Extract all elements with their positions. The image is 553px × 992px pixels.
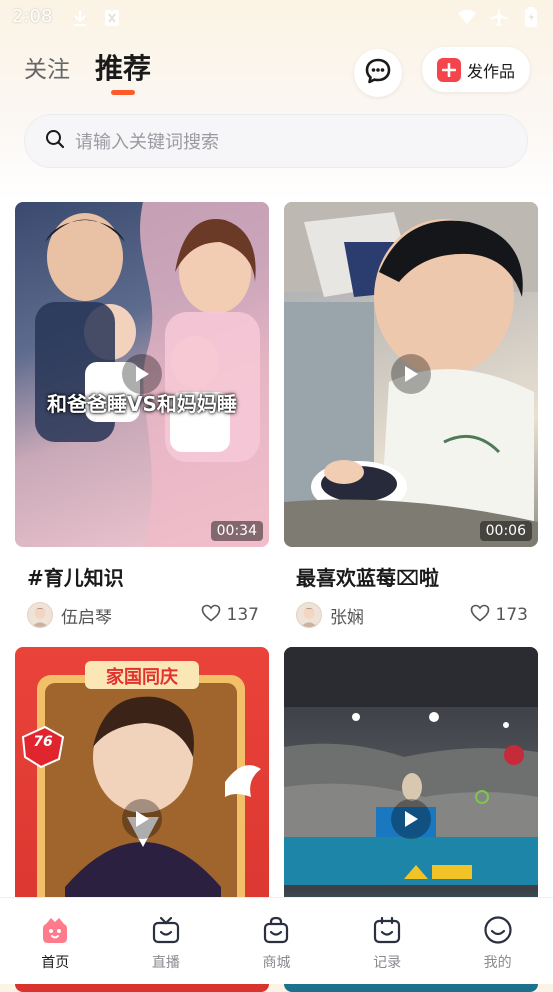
chat-bubble-icon <box>364 57 392 89</box>
video-thumbnail[interactable]: 00:06 <box>284 202 538 547</box>
like-button[interactable]: 137 <box>201 604 259 627</box>
search-input[interactable]: 请输入关键词搜索 <box>24 114 528 168</box>
play-icon[interactable] <box>391 799 431 839</box>
thumbnail-overlay-text: 家国同庆 <box>106 667 178 688</box>
nav-item-mine[interactable]: 我的 <box>442 898 553 984</box>
like-button[interactable]: 173 <box>470 604 528 627</box>
avatar[interactable] <box>27 602 53 628</box>
search-icon <box>45 129 65 153</box>
status-icons-right <box>457 7 541 27</box>
video-card[interactable]: 和爸爸睡VS和妈妈睡 00:34 #育儿知识 伍启琴 137 <box>15 202 269 628</box>
play-icon[interactable] <box>391 354 431 394</box>
heart-icon <box>470 604 490 627</box>
profile-face-icon <box>482 914 514 946</box>
video-duration: 00:06 <box>479 521 532 541</box>
like-count: 137 <box>226 605 259 625</box>
nav-label: 记录 <box>373 955 402 971</box>
status-bar: 2:08 <box>0 0 553 36</box>
video-meta: 张娴 173 <box>296 600 528 630</box>
nav-label: 直播 <box>151 955 180 971</box>
nav-label: 商城 <box>262 955 291 971</box>
publish-label: 发作品 <box>466 61 515 81</box>
author-name[interactable]: 伍启琴 <box>61 603 112 628</box>
home-icon <box>39 914 71 946</box>
nav-label: 首页 <box>41 955 70 971</box>
live-tv-icon <box>150 914 182 946</box>
video-title[interactable]: 最喜欢蓝莓⌧啦 <box>296 562 439 591</box>
calendar-icon <box>371 914 403 946</box>
badge-number: 76 <box>33 734 53 750</box>
video-duration: 00:34 <box>210 521 263 541</box>
status-time: 2:08 <box>12 6 53 27</box>
nav-item-home[interactable]: 首页 <box>0 898 111 984</box>
tab-recommend[interactable]: 推荐 <box>95 47 151 87</box>
notification-icon <box>102 8 122 28</box>
like-count: 173 <box>495 605 528 625</box>
play-icon[interactable] <box>122 799 162 839</box>
heart-icon <box>201 604 221 627</box>
wifi-icon <box>457 7 477 27</box>
play-icon[interactable] <box>122 354 162 394</box>
plus-icon <box>436 57 461 82</box>
search-placeholder: 请输入关键词搜索 <box>75 132 219 153</box>
publish-button[interactable]: 发作品 <box>422 47 530 92</box>
tab-follow[interactable]: 关注 <box>24 50 70 84</box>
nav-item-record[interactable]: 记录 <box>332 898 443 984</box>
nav-item-live[interactable]: 直播 <box>111 898 222 984</box>
status-icons-left <box>70 8 122 28</box>
avatar[interactable] <box>296 602 322 628</box>
active-tab-indicator <box>111 90 135 95</box>
video-title[interactable]: #育儿知识 <box>27 562 124 591</box>
battery-icon <box>521 7 541 27</box>
message-button[interactable] <box>354 49 402 97</box>
bottom-nav: 首页 直播 商城 记录 我的 <box>0 897 553 984</box>
video-thumbnail[interactable]: 和爸爸睡VS和妈妈睡 00:34 <box>15 202 269 547</box>
shopping-bag-icon <box>260 914 292 946</box>
nav-item-mall[interactable]: 商城 <box>221 898 332 984</box>
download-icon <box>70 8 90 28</box>
nav-label: 我的 <box>483 955 512 971</box>
airplane-icon <box>489 7 509 27</box>
author-name[interactable]: 张娴 <box>330 603 364 628</box>
video-meta: 伍启琴 137 <box>27 600 259 630</box>
video-card[interactable]: 00:06 最喜欢蓝莓⌧啦 张娴 173 <box>284 202 538 628</box>
